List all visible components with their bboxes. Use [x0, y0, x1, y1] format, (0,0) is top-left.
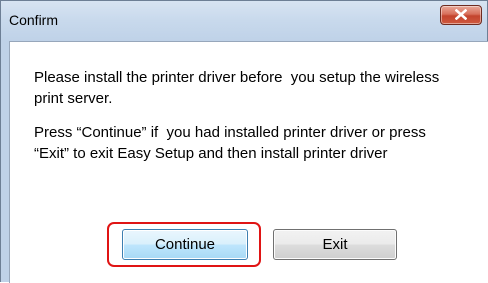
continue-button[interactable]: Continue: [122, 229, 248, 260]
exit-button[interactable]: Exit: [273, 229, 397, 260]
close-button[interactable]: [440, 5, 482, 25]
dialog-title: Confirm: [9, 12, 59, 28]
title-bar[interactable]: Confirm: [1, 1, 487, 41]
close-icon: [455, 9, 467, 20]
message-install-driver: Please install the printer driver before…: [34, 69, 444, 107]
confirm-dialog: Confirm Please install the printer drive…: [0, 0, 488, 283]
message-instructions: Press “Continue” if you had installed pr…: [34, 124, 431, 162]
dialog-body: Please install the printer driver before…: [9, 41, 488, 283]
